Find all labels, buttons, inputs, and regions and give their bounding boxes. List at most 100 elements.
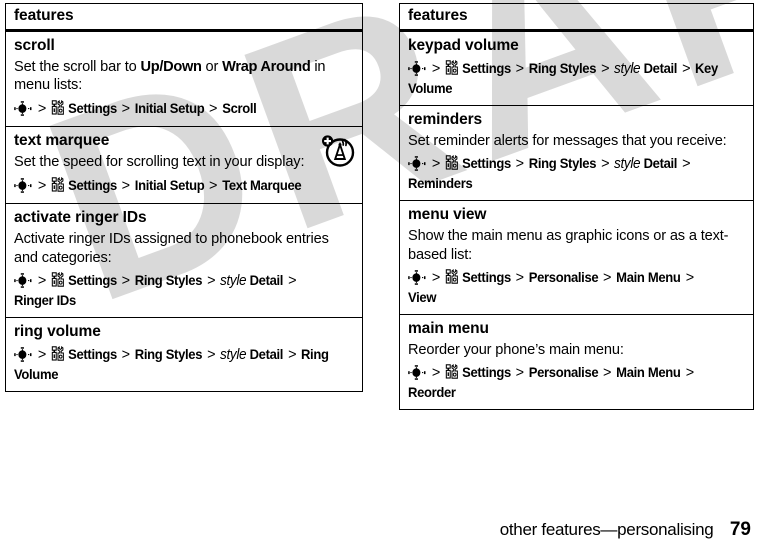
settings-tools-icon	[51, 345, 65, 361]
path-label: Main Menu	[616, 364, 681, 381]
path-separator-icon: >	[685, 269, 694, 286]
description-text: Reorder your phone’s main menu:	[408, 341, 624, 358]
path-label: Detail	[249, 272, 284, 288]
table-row: menu view Show the main menu as graphic i…	[399, 200, 754, 315]
footer-chapter-title: other features—personalising	[499, 520, 714, 539]
description-text: Set the speed for scrolling text in your…	[14, 154, 305, 171]
feature-title: ring volume	[14, 323, 101, 341]
path-label: Settings	[68, 272, 117, 288]
navigation-key-icon	[14, 347, 32, 362]
path-placeholder: style	[613, 156, 641, 173]
feature-title: activate ringer IDs	[14, 209, 147, 227]
path-separator-icon: >	[515, 269, 524, 286]
path-separator-icon: >	[681, 60, 691, 77]
feature-description: Show the main menu as graphic icons or a…	[408, 227, 745, 264]
feature-description: Reorder your phone’s main menu:	[408, 341, 745, 359]
feature-cell-main-menu: main menu Reorder your phone’s main menu:…	[399, 313, 754, 411]
description-text: Activate ringer IDs assigned to phoneboo…	[14, 231, 329, 266]
path-separator-icon: >	[681, 156, 691, 173]
column-header-features: features	[399, 3, 754, 32]
settings-tools-icon	[51, 176, 65, 192]
option-value: Up/Down	[140, 58, 202, 75]
feature-cell-menu-view: menu view Show the main menu as graphic i…	[399, 200, 754, 315]
description-text: Set the scroll bar to	[14, 58, 141, 75]
path-separator-icon: >	[207, 346, 216, 363]
feature-cell-scroll: scroll Set the scroll bar to Up/Down or W…	[5, 29, 363, 128]
table-row: reminders Set reminder alerts for message…	[399, 104, 754, 202]
navigation-key-icon	[14, 273, 32, 288]
path-label: Initial Setup	[134, 176, 205, 193]
path-label: Settings	[462, 364, 511, 381]
menu-path: > Settings > Ring Styles > style Detail …	[14, 271, 330, 309]
feature-description: Set the scroll bar to Up/Down or Wrap Ar…	[14, 58, 354, 95]
column-header-features: features	[5, 3, 363, 32]
feature-description: Activate ringer IDs assigned to phoneboo…	[14, 230, 354, 267]
menu-path: > Settings > Personalise > Main Menu > R…	[408, 363, 721, 401]
feature-title: menu view	[408, 206, 487, 224]
path-label: Settings	[68, 345, 117, 362]
path-separator-icon: >	[121, 177, 130, 194]
footer-inner: other features—personalising 79	[500, 519, 759, 541]
ringer-id-antenna-icon	[320, 132, 356, 168]
settings-tools-icon	[51, 99, 65, 115]
path-separator-icon: >	[431, 60, 440, 77]
feature-title: scroll	[14, 37, 55, 54]
table-row: text marquee Set the speed for scrolling …	[5, 126, 363, 205]
path-separator-icon: >	[121, 273, 130, 289]
feature-title: reminders	[408, 110, 483, 128]
path-separator-icon: >	[121, 100, 130, 117]
path-label: Reminders	[408, 175, 473, 192]
path-separator-icon: >	[601, 60, 610, 77]
navigation-key-icon	[408, 156, 426, 171]
settings-tools-icon	[445, 155, 459, 170]
feature-description: Set reminder alerts for messages that yo…	[408, 132, 745, 150]
path-separator-icon: >	[431, 156, 440, 173]
path-separator-icon: >	[37, 273, 46, 289]
table-header-row: features	[5, 3, 363, 32]
path-label: Detail	[249, 345, 284, 362]
path-label: Text Marquee	[222, 176, 302, 193]
path-label: Ring Styles	[528, 59, 597, 76]
page-footer: other features—personalising 79	[0, 519, 759, 541]
path-separator-icon: >	[287, 273, 297, 289]
path-label: Settings	[68, 176, 117, 193]
path-placeholder: style	[219, 273, 247, 289]
path-placeholder: style	[613, 60, 641, 77]
feature-cell-ring-volume: ring volume > Settings > Ring Styles > s…	[5, 317, 363, 393]
description-text: or	[201, 58, 223, 75]
feature-title: main menu	[408, 319, 489, 337]
path-separator-icon: >	[37, 177, 46, 194]
settings-tools-icon	[445, 268, 459, 284]
menu-path: > Settings > Personalise > Main Menu > V…	[408, 268, 721, 306]
feature-title: keypad volume	[408, 37, 519, 54]
navigation-key-icon	[14, 177, 32, 193]
path-label: Main Menu	[616, 268, 681, 285]
path-label: Ring Styles	[528, 155, 597, 172]
path-separator-icon: >	[37, 346, 46, 363]
path-separator-icon: >	[515, 60, 524, 77]
feature-cell-text-marquee: text marquee Set the speed for scrolling …	[5, 126, 363, 205]
table-header-row: features	[399, 3, 754, 32]
path-label: Settings	[462, 155, 511, 172]
path-separator-icon: >	[515, 156, 524, 173]
manual-page: features scroll Set the scroll bar to Up/D…	[0, 0, 759, 547]
path-separator-icon: >	[121, 346, 130, 363]
path-label: Personalise	[528, 268, 599, 285]
table-row: scroll Set the scroll bar to Up/Down or W…	[5, 29, 363, 128]
menu-path: > Settings > Ring Styles > style Detail …	[408, 59, 721, 97]
feature-cell-reminders: reminders Set reminder alerts for message…	[399, 104, 754, 202]
path-separator-icon: >	[603, 365, 612, 382]
feature-title: text marquee	[14, 132, 110, 150]
features-table-right: features keypad volume > Settings > Ring …	[399, 3, 754, 411]
path-separator-icon: >	[601, 156, 610, 173]
table-row: main menu Reorder your phone’s main menu:…	[399, 313, 754, 411]
table-row: activate ringer IDs Activate ringer IDs a…	[5, 203, 363, 319]
navigation-key-icon	[408, 365, 426, 380]
navigation-key-icon	[408, 270, 426, 285]
path-label: Scroll	[222, 99, 257, 116]
path-placeholder: style	[219, 346, 247, 363]
path-label: Initial Setup	[134, 99, 205, 116]
menu-path: > Settings > Initial Setup > Text Marque…	[14, 176, 330, 196]
settings-tools-icon	[445, 59, 459, 75]
feature-description: Set the speed for scrolling text in your…	[14, 153, 354, 171]
